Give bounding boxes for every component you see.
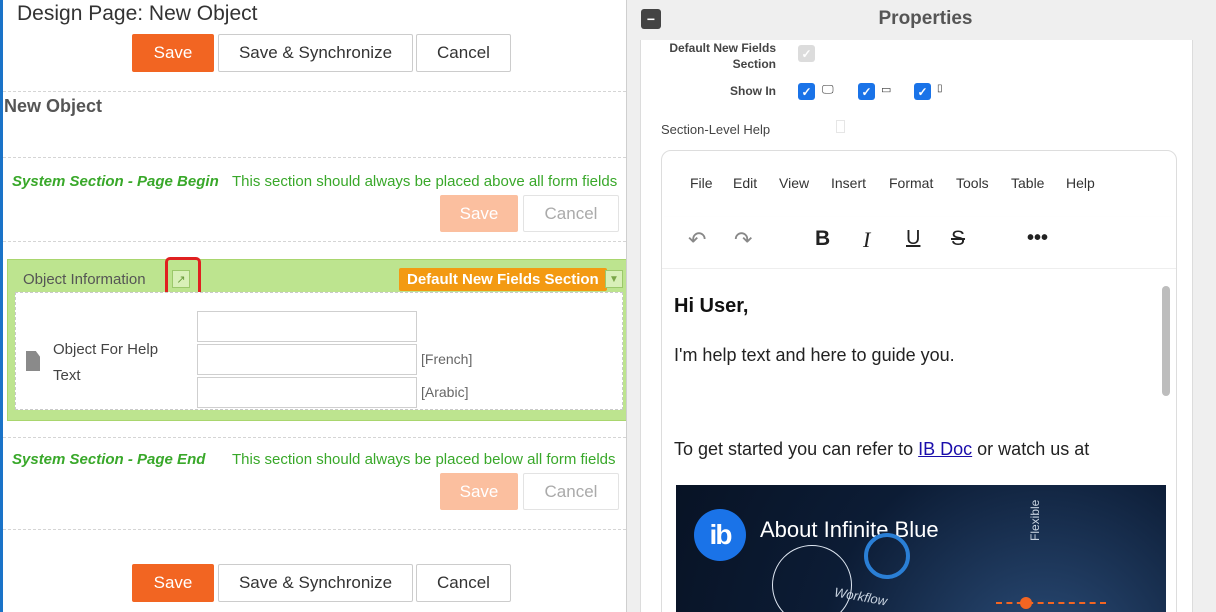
section-begin-save-button[interactable]: Save: [440, 195, 518, 232]
menu-format[interactable]: Format: [889, 175, 933, 191]
menu-tools[interactable]: Tools: [956, 175, 989, 191]
divider: [3, 437, 626, 438]
section-end-note: This section should always be placed bel…: [232, 451, 616, 468]
decorative-dot: [1020, 597, 1032, 609]
editor-menubar: File Edit View Insert Format Tools Table…: [662, 151, 1176, 217]
design-canvas: Design Page: New Object Save Save & Sync…: [0, 0, 627, 612]
strikethrough-icon[interactable]: S: [951, 227, 965, 251]
save-synchronize-button[interactable]: Save & Synchronize: [218, 34, 413, 72]
redo-icon[interactable]: ↷: [734, 227, 752, 253]
desktop-icon: 🖵: [822, 82, 834, 96]
bottom-save-synchronize-button[interactable]: Save & Synchronize: [218, 564, 413, 602]
field-input-default[interactable]: [197, 311, 417, 342]
save-button[interactable]: Save: [132, 34, 214, 72]
video-title: About Infinite Blue: [760, 517, 939, 542]
default-fields-checkbox: ✓: [798, 45, 815, 62]
italic-icon[interactable]: I: [863, 227, 870, 253]
default-fields-label: Default New Fields Section: [669, 41, 776, 71]
chevron-down-icon[interactable]: ▼: [605, 270, 623, 288]
object-title: New Object: [4, 96, 103, 116]
divider: [3, 241, 626, 242]
underline-icon[interactable]: U: [906, 227, 920, 250]
section-begin-note: This section should always be placed abo…: [232, 173, 618, 190]
undo-icon[interactable]: ↶: [688, 227, 706, 253]
show-mobile-checkbox[interactable]: ✓: [914, 83, 931, 100]
lang-label-arabic: [Arabic]: [421, 384, 469, 400]
object-information-section[interactable]: Object Information ↗ Default New Fields …: [7, 257, 627, 421]
default-fields-badge: Default New Fields Section: [399, 268, 607, 291]
bold-icon[interactable]: B: [815, 227, 830, 251]
field-type-icon: [26, 351, 40, 371]
content-paragraph: I'm help text and here to guide you.: [674, 345, 955, 365]
content-text: To get started you can refer to: [674, 439, 919, 459]
divider: [3, 91, 626, 92]
menu-insert[interactable]: Insert: [831, 175, 866, 191]
section-end-title: System Section - Page End: [12, 451, 206, 468]
section-end-save-button[interactable]: Save: [440, 473, 518, 510]
more-icon[interactable]: •••: [1027, 227, 1048, 250]
field-label: Object For Help Text: [53, 341, 159, 384]
lang-label-french: [French]: [421, 351, 473, 367]
decorative-circle: [864, 533, 910, 579]
content-text: or watch us at: [972, 439, 1090, 459]
help-indicator: [836, 120, 845, 133]
rich-text-editor[interactable]: File Edit View Insert Format Tools Table…: [661, 150, 1177, 612]
content-paragraph-2: To get started you can refer to IB Doc o…: [674, 439, 1089, 460]
bottom-cancel-button[interactable]: Cancel: [416, 564, 511, 602]
section-help-label: Section-Level Help: [661, 122, 771, 137]
section-label: Object Information: [23, 271, 146, 288]
show-desktop-checkbox[interactable]: ✓: [798, 83, 815, 100]
page-title: Design Page: New Object: [17, 2, 258, 25]
section-begin-cancel-button[interactable]: Cancel: [523, 195, 619, 232]
menu-table[interactable]: Table: [1011, 175, 1044, 191]
divider: [3, 529, 626, 530]
field-input-arabic[interactable]: [197, 377, 417, 408]
field-row[interactable]: Object For Help Text [French] [Arabic]: [15, 292, 623, 410]
editor-toolbar: ↶ ↷ B I U S •••: [662, 217, 1176, 269]
bottom-save-button[interactable]: Save: [132, 564, 214, 602]
video-word: Flexible: [1028, 499, 1042, 541]
properties-panel: − Properties Default New Fields Section …: [626, 0, 1216, 612]
properties-body: Default New Fields Section ✓ Show In ✓ 🖵…: [640, 40, 1193, 612]
ib-logo: ib: [694, 509, 746, 561]
panel-title: Properties: [878, 8, 973, 29]
section-end-cancel-button[interactable]: Cancel: [523, 473, 619, 510]
ib-doc-link[interactable]: IB Doc: [918, 439, 972, 459]
editor-content[interactable]: Hi User, I'm help text and here to guide…: [662, 269, 1176, 612]
menu-file[interactable]: File: [690, 175, 713, 191]
menu-edit[interactable]: Edit: [733, 175, 757, 191]
show-tablet-checkbox[interactable]: ✓: [858, 83, 875, 100]
mobile-icon: ▯: [937, 83, 943, 94]
section-begin-title: System Section - Page Begin: [12, 173, 219, 190]
field-input-french[interactable]: [197, 344, 417, 375]
divider: [3, 157, 626, 158]
cancel-button[interactable]: Cancel: [416, 34, 511, 72]
menu-help[interactable]: Help: [1066, 175, 1095, 191]
decorative-line: [996, 602, 1106, 604]
tablet-icon: ▭: [881, 84, 892, 96]
decorative-circle: [772, 545, 852, 612]
video-thumbnail[interactable]: ib About Infinite Blue Workflow Flexible: [676, 485, 1166, 612]
menu-view[interactable]: View: [779, 175, 809, 191]
editor-scrollbar[interactable]: [1162, 286, 1170, 396]
content-heading: Hi User,: [674, 295, 749, 317]
show-in-label: Show In: [730, 84, 776, 98]
